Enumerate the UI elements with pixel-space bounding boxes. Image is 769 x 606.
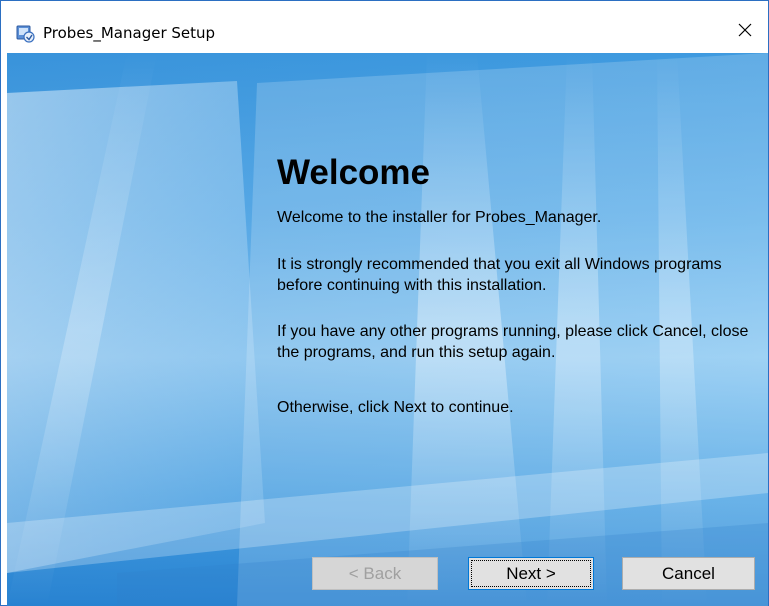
close-button[interactable] <box>722 11 768 53</box>
focus-ring <box>471 560 591 587</box>
otherwise-text: Otherwise, click Next to continue. <box>277 399 514 416</box>
installer-icon <box>15 23 35 43</box>
cancel-button[interactable]: Cancel <box>622 557 755 590</box>
intro-text: Welcome to the installer for Probes_Mana… <box>277 209 602 226</box>
running-programs-text: If you have any other programs running, … <box>277 323 749 361</box>
back-prefix: < <box>348 564 364 583</box>
next-button[interactable]: Next > <box>468 557 594 590</box>
installer-window: Probes_Manager Setup Welcome Welcome to … <box>0 0 769 606</box>
welcome-panel: Welcome Welcome to the installer for Pro… <box>7 53 768 606</box>
recommendation-text: It is strongly recommended that you exit… <box>277 256 722 294</box>
close-icon <box>737 22 753 43</box>
cancel-label: Cancel <box>662 564 715 583</box>
welcome-heading: Welcome <box>277 153 431 192</box>
back-label: Back <box>363 564 402 583</box>
window-title: Probes_Manager Setup <box>43 24 216 42</box>
title-bar: Probes_Manager Setup <box>1 1 768 53</box>
back-button[interactable]: < Back <box>312 557 438 590</box>
